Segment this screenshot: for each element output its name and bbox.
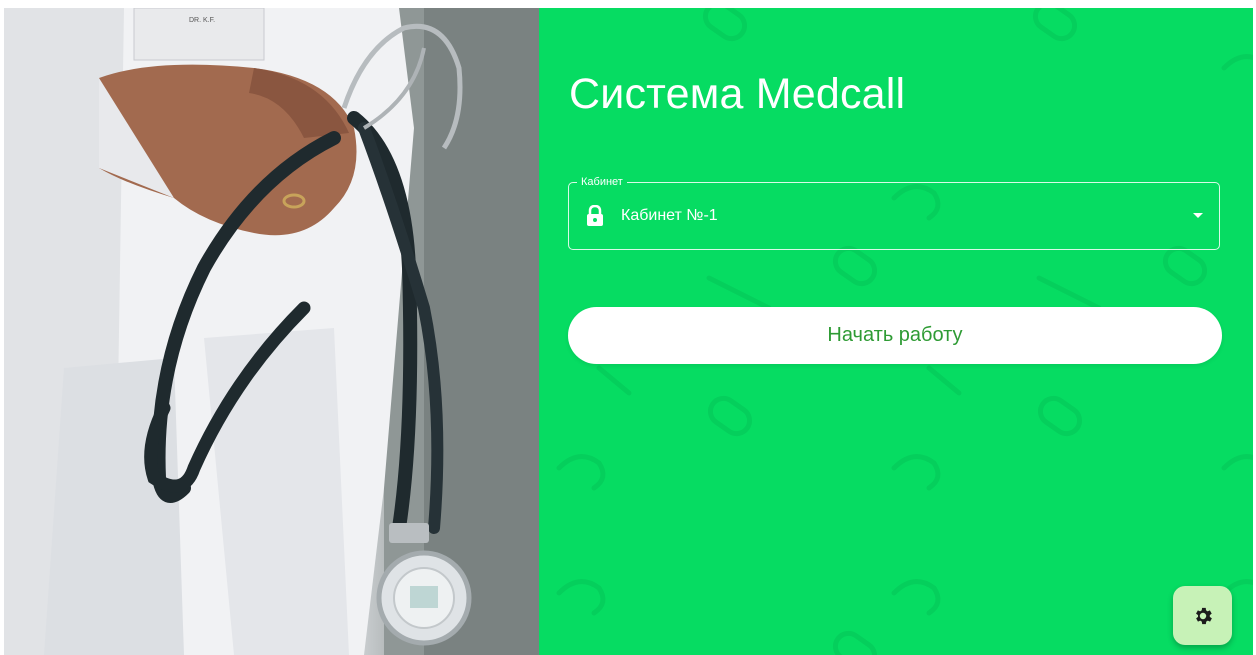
start-work-button[interactable]: Начать работу — [568, 307, 1222, 364]
login-screen: DR. K.F. Система Medcall Кабинет Кабинет… — [4, 8, 1253, 655]
cabinet-select-value: Кабинет №-1 — [621, 207, 718, 224]
lock-icon — [587, 205, 603, 226]
cabinet-select[interactable]: Кабинет Кабинет №-1 — [568, 174, 1220, 250]
chevron-down-icon[interactable] — [1193, 213, 1203, 218]
app-title: Система Medcall — [569, 70, 906, 118]
cabinet-select-label: Кабинет — [577, 174, 627, 190]
doctor-photo: DR. K.F. — [4, 8, 539, 655]
settings-button[interactable] — [1173, 586, 1232, 645]
svg-text:DR. K.F.: DR. K.F. — [189, 17, 215, 24]
gear-icon — [1195, 607, 1212, 624]
login-panel: Система Medcall Кабинет Кабинет №-1 Нача… — [539, 8, 1253, 655]
